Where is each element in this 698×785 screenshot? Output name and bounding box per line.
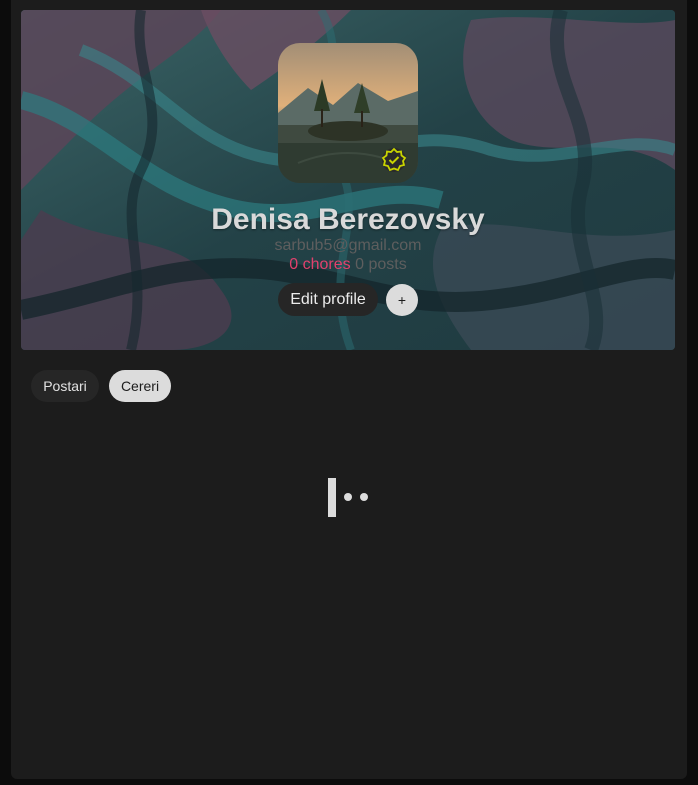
- loading-indicator: [328, 478, 370, 518]
- profile-stats: 0 chores 0 posts: [21, 255, 675, 275]
- profile-name: Denisa Berezovsky: [211, 203, 485, 236]
- profile-banner: Denisa Berezovsky sarbub5@gmail.com 0 ch…: [21, 10, 675, 350]
- chores-count[interactable]: 0 chores: [289, 256, 350, 273]
- loading-dot: [344, 493, 352, 501]
- tab-postari[interactable]: Postari: [31, 370, 99, 402]
- profile-email: sarbub5@gmail.com: [274, 237, 422, 254]
- verified-badge-icon: [381, 147, 407, 172]
- loading-dot: [360, 493, 368, 501]
- loading-bar: [328, 478, 336, 517]
- add-button[interactable]: +: [386, 284, 418, 316]
- tab-cereri[interactable]: Cereri: [109, 370, 171, 402]
- edit-profile-button[interactable]: Edit profile: [278, 283, 378, 316]
- posts-count: 0 posts: [355, 256, 407, 273]
